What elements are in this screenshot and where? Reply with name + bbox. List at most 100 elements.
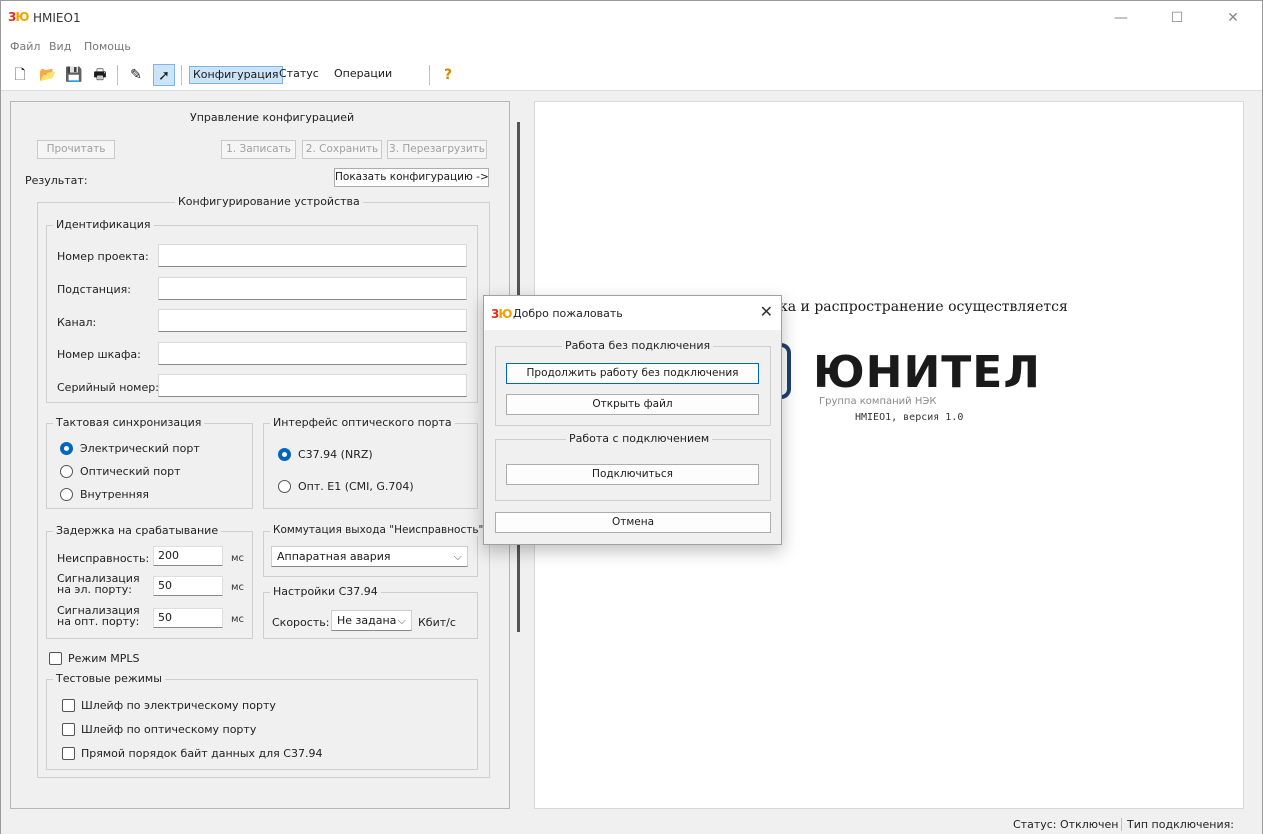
serial-number-label: Серийный номер: — [57, 381, 159, 394]
opt-port-alarm-label: Сигнализация на опт. порту: — [57, 604, 140, 628]
toolbar-separator — [429, 65, 430, 85]
open-folder-icon[interactable]: 📂 — [37, 64, 59, 86]
read-button[interactable]: Прочитать — [37, 140, 115, 159]
save-config-button[interactable]: 2. Сохранить — [302, 140, 382, 159]
opt-port-alarm-input[interactable]: 50 — [153, 608, 223, 628]
app-logo-icon: 3Ю — [491, 307, 513, 321]
tab-configuration[interactable]: Конфигурация — [189, 66, 283, 84]
print-icon[interactable]: 🖶 — [89, 64, 111, 86]
dialog-title: Добро пожаловать — [513, 307, 623, 320]
cabinet-number-input[interactable] — [158, 342, 467, 365]
show-config-button[interactable]: Показать конфигурацию -> — [334, 168, 489, 187]
project-number-input[interactable] — [158, 244, 467, 267]
app-logo-icon: 3Ю — [8, 10, 30, 24]
window-title: HMIEO1 — [33, 11, 81, 25]
clock-electric-radio[interactable] — [60, 442, 73, 455]
optical-e1-radio[interactable] — [278, 480, 291, 493]
dialog-close-icon[interactable]: ✕ — [760, 302, 773, 321]
disconnect-plug-icon[interactable]: ✎ — [125, 64, 147, 86]
optical-interface-group: Интерфейс оптического порта — [263, 416, 478, 509]
clock-optical-label: Оптический порт — [80, 465, 181, 478]
config-control-title: Управление конфигурацией — [190, 111, 355, 124]
fault-delay-unit: мс — [231, 553, 245, 564]
fault-output-value: Аппаратная авария — [277, 550, 391, 563]
cabinet-number-label: Номер шкафа: — [57, 348, 141, 361]
optical-e1-label: Опт. E1 (CMI, G.704) — [298, 480, 414, 493]
write-button[interactable]: 1. Записать — [221, 140, 296, 159]
identification-title: Идентификация — [53, 218, 154, 231]
speed-value: Не задана — [337, 614, 397, 627]
el-port-alarm-unit: мс — [231, 582, 245, 593]
toolbar-separator — [117, 65, 118, 85]
dialog-title-bar: 3Ю Добро пожаловать ✕ — [484, 296, 781, 330]
chevron-down-icon: ⌵ — [397, 614, 406, 627]
speed-select[interactable]: Не задана ⌵ — [331, 610, 412, 631]
clock-internal-label: Внутренняя — [80, 488, 150, 501]
toolbar: 🗋 📂 💾 🖶 ✎ ➚ Конфигурация Статус Операции… — [1, 57, 1262, 91]
fault-output-title: Коммутация выхода "Неисправность" — [270, 524, 487, 536]
fault-delay-input[interactable]: 200 — [153, 546, 223, 566]
clock-sync-title: Тактовая синхронизация — [53, 416, 205, 429]
opt-port-alarm-unit: мс — [231, 614, 245, 625]
app-logo-part: Ю — [498, 307, 512, 321]
optical-loopback-label: Шлейф по оптическому порту — [81, 723, 257, 736]
serial-number-input[interactable] — [158, 374, 467, 397]
tab-status[interactable]: Статус — [276, 66, 322, 84]
optical-loopback-checkbox[interactable] — [62, 723, 75, 736]
menu-help[interactable]: Помощь — [84, 40, 131, 53]
fault-delay-label: Неисправность: — [57, 552, 150, 565]
welcome-dialog: 3Ю Добро пожаловать ✕ Работа без подключ… — [483, 295, 782, 545]
optical-c3794-label: C37.94 (NRZ) — [298, 448, 373, 461]
mpls-label: Режим MPLS — [68, 652, 140, 665]
fault-output-select[interactable]: Аппаратная авария ⌵ — [271, 546, 468, 567]
connect-plug-icon[interactable]: ➚ — [153, 64, 175, 86]
electric-loopback-checkbox[interactable] — [62, 699, 75, 712]
chevron-down-icon: ⌵ — [453, 550, 462, 563]
optical-interface-title: Интерфейс оптического порта — [270, 416, 455, 429]
reboot-button[interactable]: 3. Перезагрузить — [387, 140, 487, 159]
device-config-title: Конфигурирование устройства — [175, 195, 363, 208]
speed-unit: Кбит/с — [418, 616, 456, 629]
minimize-icon[interactable]: — — [1099, 6, 1143, 30]
cancel-button[interactable]: Отмена — [495, 512, 771, 533]
new-file-icon[interactable]: 🗋 — [9, 64, 31, 86]
open-file-button[interactable]: Открыть файл — [506, 394, 759, 415]
version-text: HMIEO1, версия 1.0 — [855, 412, 964, 423]
continue-offline-button[interactable]: Продолжить работу без подключения — [506, 363, 759, 384]
menu-file[interactable]: Файл — [10, 40, 40, 53]
menu-view[interactable]: Вид — [49, 40, 71, 53]
el-port-alarm-input[interactable]: 50 — [153, 576, 223, 596]
status-text: Статус: Отключен — [1013, 818, 1119, 831]
save-icon[interactable]: 💾 — [63, 64, 85, 86]
test-modes-title: Тестовые режимы — [53, 672, 165, 685]
toolbar-separator — [181, 65, 182, 85]
byte-order-checkbox[interactable] — [62, 747, 75, 760]
channel-input[interactable] — [158, 309, 467, 332]
maximize-icon[interactable]: ☐ — [1155, 6, 1199, 30]
close-icon[interactable]: ✕ — [1211, 6, 1255, 30]
status-bar: Статус: Отключен Тип подключения: — [1, 813, 1262, 834]
clock-internal-radio[interactable] — [60, 488, 73, 501]
trip-delay-title: Задержка на срабатывание — [53, 524, 222, 537]
electric-loopback-label: Шлейф по электрическому порту — [81, 699, 276, 712]
main-window: 3Ю HMIEO1 — ☐ ✕ Файл Вид Помощь 🗋 📂 💾 🖶 … — [0, 0, 1263, 834]
app-logo-part: Ю — [15, 10, 29, 24]
clock-optical-radio[interactable] — [60, 465, 73, 478]
optical-c3794-radio[interactable] — [278, 448, 291, 461]
title-bar: 3Ю HMIEO1 — ☐ ✕ — [1, 1, 1262, 35]
unitel-logo-subtitle: Группа компаний НЭК — [819, 396, 937, 407]
connect-button[interactable]: Подключиться — [506, 464, 759, 485]
speed-label: Скорость: — [272, 616, 330, 629]
help-icon[interactable]: ? — [437, 64, 459, 86]
channel-label: Канал: — [57, 316, 97, 329]
tab-operations[interactable]: Операции — [331, 66, 395, 84]
byte-order-label: Прямой порядок байт данных для C37.94 — [81, 747, 323, 760]
offline-group-title: Работа без подключения — [562, 339, 714, 352]
mpls-checkbox[interactable] — [49, 652, 62, 665]
substation-label: Подстанция: — [57, 283, 131, 296]
substation-input[interactable] — [158, 277, 467, 300]
el-port-alarm-label: Сигнализация на эл. порту: — [57, 572, 140, 596]
menu-bar: Файл Вид Помощь — [1, 35, 1262, 57]
clock-electric-label: Электрический порт — [80, 442, 200, 455]
project-number-label: Номер проекта: — [57, 250, 149, 263]
